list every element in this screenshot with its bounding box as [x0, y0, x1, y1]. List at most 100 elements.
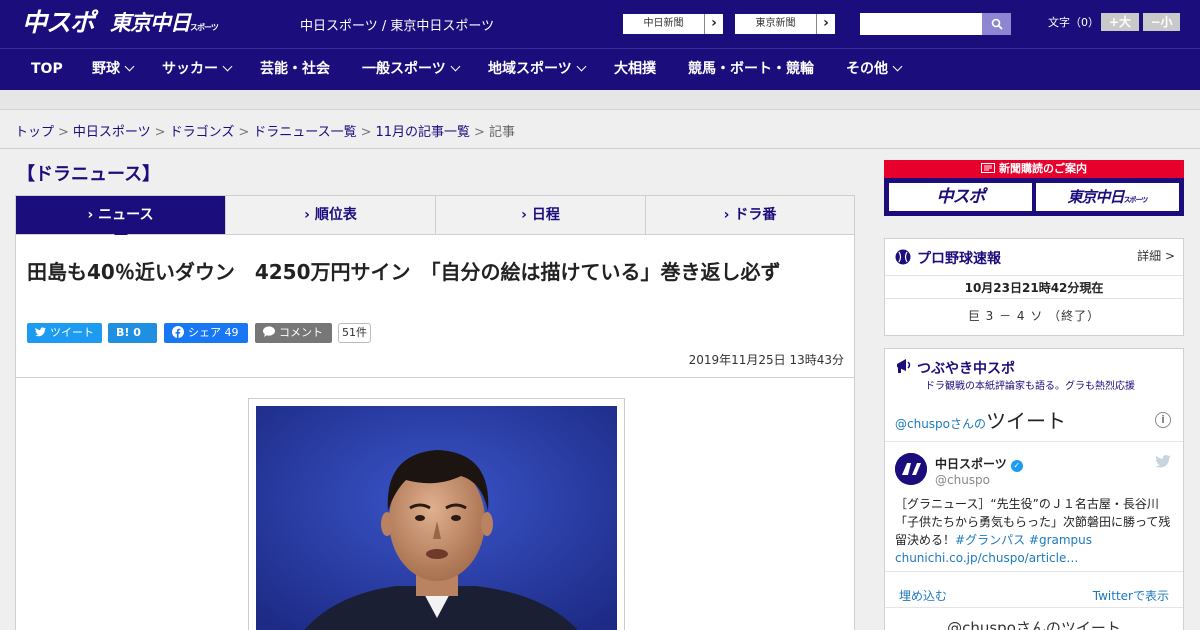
nav-label: 大相撲	[614, 61, 656, 77]
facebook-share-button[interactable]: シェア 49	[164, 323, 248, 343]
breadcrumb-dora-news-list[interactable]: ドラニュース一覧	[253, 125, 356, 140]
baseball-title: プロ野球速報	[917, 251, 1001, 267]
baseball-score[interactable]: 巨 3 － 4 ソ （終了）	[885, 307, 1183, 324]
tokyo-shimbun-label: 東京新聞	[735, 14, 817, 34]
nav-label: その他	[846, 61, 888, 77]
nav-item-baseball[interactable]: 野球	[92, 49, 135, 91]
tweets-heading-main: ツイート	[986, 409, 1067, 433]
tab-schedule[interactable]: › 日程	[436, 196, 646, 234]
twitter-bird-icon[interactable]	[1155, 455, 1171, 468]
breadcrumb-sep: >	[238, 125, 250, 140]
chunichi-shimbun-button[interactable]: 中日新聞 ›	[622, 13, 724, 35]
chunichi-shimbun-label: 中日新聞	[623, 14, 705, 34]
baseball-scoreboard: プロ野球速報 詳細 > 10月23日21時42分現在 巨 3 － 4 ソ （終了…	[884, 238, 1184, 336]
tweet-label: ツイート	[50, 326, 94, 339]
tab-label: ドラ番	[734, 207, 777, 223]
tab-label: 順位表	[314, 207, 357, 223]
megaphone-icon	[897, 359, 911, 373]
tweets-footer-link[interactable]: @chuspoさんのツイート	[885, 617, 1183, 630]
tweet-author-handle[interactable]: @chuspo	[935, 473, 990, 487]
hatena-bookmark-button[interactable]: B! 0	[108, 323, 157, 343]
chuspo-logo[interactable]: 中スポ	[22, 6, 95, 40]
chevron-right-icon: ›	[304, 207, 315, 223]
nav-item-other[interactable]: その他	[846, 49, 903, 91]
tsubuyaki-subtitle: ドラ観戦の本紙評論家も語る。グラも熱烈応援	[925, 381, 1135, 392]
section-tabs: › ニュース › 順位表 › 日程 › ドラ番	[15, 195, 855, 241]
site-header: 中スポ 東京中日スポーツ 中日スポーツ / 東京中日スポーツ 中日新聞 › 東京…	[0, 0, 1200, 48]
subscribe-banner[interactable]: 新聞購読のご案内 中スポ 東京中日スポーツ	[884, 160, 1184, 216]
subscribe-tokyo-logo[interactable]: 東京中日スポーツ	[1036, 183, 1179, 211]
breadcrumb-dragons[interactable]: ドラゴンズ	[170, 125, 235, 140]
info-icon[interactable]: i	[1155, 412, 1171, 428]
font-size-label: 文字（0）	[1048, 16, 1099, 29]
comment-count[interactable]: 51件	[338, 323, 371, 343]
ad-strip	[0, 90, 1200, 110]
tweets-heading[interactable]: @chuspoさんのツイート	[895, 405, 1066, 434]
search-input[interactable]	[860, 13, 982, 35]
tweet-url-link[interactable]: chunichi.co.jp/chuspo/article…	[895, 551, 1078, 565]
tab-label: 日程	[531, 207, 560, 223]
article-date: 2019年11月25日 13時43分	[688, 353, 844, 367]
chevron-down-icon	[576, 61, 587, 72]
breadcrumb-current: 記事	[488, 125, 515, 140]
view-on-twitter-link[interactable]: Twitterで表示	[1093, 587, 1169, 604]
search-button[interactable]	[982, 13, 1011, 35]
nav-label: サッカー	[162, 61, 218, 77]
breadcrumb-november-list[interactable]: 11月の記事一覧	[376, 125, 471, 140]
breadcrumb-top[interactable]: トップ	[15, 125, 54, 140]
article-headline: 田島も40％近いダウン 4250万円サイン 「自分の絵は描けている」巻き返し必ず	[27, 260, 781, 284]
nav-item-top[interactable]: TOP	[31, 49, 63, 91]
tweets-heading-prefix: @chuspoさんの	[895, 417, 987, 431]
tweet-button[interactable]: ツイート	[27, 323, 102, 343]
font-size-down-button[interactable]: −小	[1143, 13, 1180, 31]
subscribe-chuspo-logo[interactable]: 中スポ	[889, 183, 1032, 211]
nav-label: 一般スポーツ	[362, 61, 446, 77]
breadcrumb-sep: >	[58, 125, 69, 140]
chevron-down-icon	[450, 61, 461, 72]
hashtag-link[interactable]: #グランパス	[955, 533, 1025, 547]
tab-dora-ban[interactable]: › ドラ番	[646, 196, 854, 234]
baseball-detail-link[interactable]: 詳細 >	[1137, 247, 1175, 264]
tab-news[interactable]: › ニュース	[16, 196, 226, 241]
avatar[interactable]	[895, 453, 927, 485]
article-photo[interactable]	[256, 406, 617, 630]
chevron-down-icon	[222, 61, 233, 72]
nav-item-soccer[interactable]: サッカー	[162, 49, 233, 91]
font-size-up-button[interactable]: +大	[1101, 13, 1139, 31]
site-names: 中日スポーツ / 東京中日スポーツ	[300, 19, 495, 34]
subscribe-tokyo-sub: スポーツ	[1123, 196, 1149, 204]
breadcrumb-chunichi-sports[interactable]: 中日スポーツ	[73, 125, 151, 140]
hashtag-link[interactable]: #grampus	[1029, 533, 1092, 547]
nav-item-entertainment[interactable]: 芸能・社会	[260, 49, 330, 91]
embed-link[interactable]: 埋め込む	[899, 587, 947, 604]
baseball-update-time: 10月23日21時42分現在	[885, 275, 1183, 299]
tokyo-chunichi-logo[interactable]: 東京中日スポーツ	[110, 6, 219, 40]
tweet-author-name[interactable]: 中日スポーツ ✓	[935, 455, 1023, 472]
tokyo-logo-main: 東京中日	[110, 11, 191, 35]
chevron-down-icon	[892, 61, 903, 72]
tokyo-shimbun-button[interactable]: 東京新聞 ›	[734, 13, 836, 35]
subscribe-header: 新聞購読のご案内	[884, 160, 1184, 178]
twitter-bird-icon	[35, 327, 46, 337]
nav-label: 競馬・ボート・競輪	[688, 61, 814, 77]
nav-label: 野球	[92, 61, 120, 77]
main-nav: TOP 野球 サッカー 芸能・社会 一般スポーツ 地域スポーツ 大相撲 競馬・ボ…	[0, 48, 1200, 90]
search-icon	[991, 18, 1003, 30]
tab-standings[interactable]: › 順位表	[226, 196, 436, 234]
article: 田島も40％近いダウン 4250万円サイン 「自分の絵は描けている」巻き返し必ず…	[15, 235, 855, 630]
nav-item-regional-sports[interactable]: 地域スポーツ	[488, 49, 587, 91]
breadcrumb-sep: >	[360, 125, 372, 140]
comment-button[interactable]: コメント	[255, 323, 332, 343]
tweet-author-label: 中日スポーツ	[935, 457, 1007, 471]
chuspo-avatar-icon	[895, 453, 927, 485]
twitter-widget: つぶやき中スポ ドラ観戦の本紙評論家も語る。グラも熱烈応援 @chuspoさんの…	[884, 348, 1184, 630]
nav-label: 芸能・社会	[260, 61, 330, 77]
tab-label: ニュース	[98, 207, 154, 223]
nav-item-keiba[interactable]: 競馬・ボート・競輪	[688, 49, 814, 91]
chevron-right-icon: ›	[723, 207, 735, 223]
article-photo-frame	[248, 398, 625, 630]
tokyo-logo-sub: スポーツ	[190, 23, 219, 32]
nav-item-sumo[interactable]: 大相撲	[614, 49, 656, 91]
nav-item-general-sports[interactable]: 一般スポーツ	[362, 49, 461, 91]
player-portrait-image	[256, 406, 617, 630]
